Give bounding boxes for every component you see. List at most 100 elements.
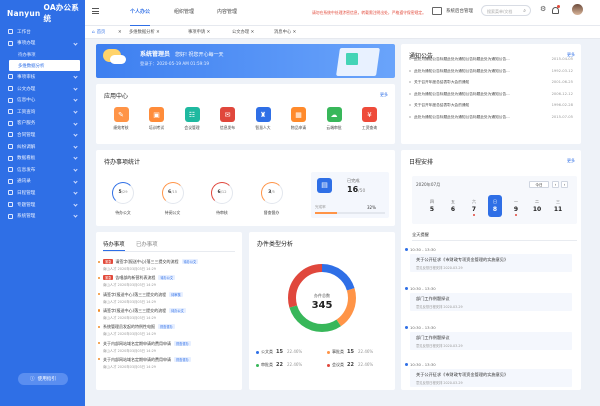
next-icon[interactable]: ›: [561, 181, 568, 188]
sidebar-item[interactable]: 客户服务: [0, 118, 85, 130]
sidebar-item[interactable]: 工作台: [0, 26, 85, 38]
calendar-day[interactable]: 11: [552, 206, 564, 213]
bullet-icon: [409, 58, 411, 60]
notice-item[interactable]: 关于召开年度总结表彰大会的通知: [409, 103, 569, 108]
sidebar-item[interactable]: 数据看板: [0, 152, 85, 164]
notice-item[interactable]: 此处为通知公告标题此处为通知公告标题此处为通知公告...: [409, 92, 569, 97]
event-card[interactable]: 部门工作例题探议 意见反馈日程安排 2020-03-29: [410, 293, 572, 311]
calendar-day[interactable]: 7: [468, 206, 480, 213]
nav-org-management[interactable]: 组织管理: [174, 0, 194, 26]
stat-ring: 6/15: [161, 182, 184, 204]
chart-center-label: 办件总数: [314, 293, 330, 298]
nav-content-management[interactable]: 内容管理: [217, 0, 237, 26]
close-icon[interactable]: ✕: [207, 30, 211, 35]
bell-icon[interactable]: [552, 7, 559, 14]
menu-toggle-icon[interactable]: [92, 8, 99, 15]
event-card[interactable]: 关于公开征求《市财政专项资金管理的实施意见》 意见反馈日程安排 2020-03-2…: [410, 369, 572, 387]
weekday-label: 五: [451, 199, 455, 204]
todo-status: 待审核: [169, 291, 183, 297]
app-4[interactable]: ✉ 信息发布: [212, 107, 244, 131]
app-logo: Nanyun OA办公系统: [0, 0, 85, 26]
gear-icon[interactable]: ⚙: [540, 5, 546, 13]
guide-button[interactable]: ⓘ 使用指引: [18, 373, 68, 385]
legend-item[interactable]: 会议类 22 22.46%: [327, 362, 373, 368]
todo-item[interactable]: 请签字(报送中心)落三三提交的流程 待审核 南山人才 2020年03月03日 14:…: [98, 291, 238, 304]
home-icon: ⌂: [92, 30, 95, 35]
monitor-icon: [432, 7, 442, 15]
calendar-day[interactable]: 9: [510, 206, 522, 213]
app-3[interactable]: ☷ 会议管理: [176, 107, 208, 131]
legend-item[interactable]: 审批类 22 22.46%: [256, 362, 302, 368]
sidebar-item[interactable]: 专题管理: [0, 199, 85, 211]
calendar-day[interactable]: 10: [531, 206, 543, 213]
close-icon[interactable]: ✕: [251, 30, 255, 35]
tab-home[interactable]: ⌂ 首页: [92, 28, 105, 37]
nav-personal-office[interactable]: 个人办公: [130, 0, 151, 26]
sidebar-subitem[interactable]: 多维数据分析: [9, 60, 80, 72]
tab-close-icon[interactable]: ✕: [118, 28, 122, 37]
search-input[interactable]: 搜索菜单/文档: [487, 9, 512, 15]
todo-item[interactable]: 紧急 告唱部的新营利表流程 待办公文 南山人才 2020年03月03日 14:29: [98, 275, 238, 287]
tab-done[interactable]: 已办事项: [136, 240, 158, 248]
tab-messages[interactable]: 消息中心 ✕: [274, 28, 296, 37]
sidebar-subitem[interactable]: 待办事项: [0, 49, 85, 60]
close-icon[interactable]: ✕: [293, 30, 297, 35]
app-1[interactable]: ✎ 绩效考核: [105, 107, 137, 131]
app-6[interactable]: ▦ 物品申请: [283, 107, 315, 131]
legend-swatch: [256, 350, 259, 354]
app-2[interactable]: ▣ 培训考试: [141, 107, 173, 131]
sidebar-item[interactable]: 事项审核: [0, 71, 85, 83]
sidebar-item[interactable]: 信息中心: [0, 94, 85, 106]
legend-item[interactable]: 事批类 15 22.46%: [327, 349, 373, 355]
avatar[interactable]: [572, 4, 583, 15]
notice-item[interactable]: 此处为通知公告标题此处为通知公告标题此处为通知公告...: [409, 69, 569, 74]
event-dot: [473, 214, 475, 216]
search-icon[interactable]: ⌕: [523, 8, 526, 14]
tab-label: 多维数据分析: [129, 30, 155, 35]
illustration: [336, 48, 380, 76]
sidebar-item[interactable]: 通讯录: [0, 176, 85, 188]
notice-item[interactable]: 关于召开年度总结表彰大会的通知: [409, 80, 569, 85]
sidebar-item[interactable]: 系统管理: [0, 210, 85, 222]
app-title: OA办公系统: [43, 3, 79, 23]
tab-item-application[interactable]: 事项申请 ✕: [188, 28, 210, 37]
tab-data-analysis[interactable]: 多维数据分析 ✕: [129, 28, 160, 37]
schedule-more-link[interactable]: 更多: [567, 158, 575, 164]
completed-box: ▤ 已完成 16/50 完成率 32%: [311, 172, 389, 218]
backend-link[interactable]: 系统后台管理: [446, 8, 473, 14]
app-8[interactable]: ¥ 工资查询: [354, 107, 386, 131]
event-card[interactable]: 部门工作例题探议 意见反馈日程安排 2020-03-29: [410, 332, 572, 350]
todo-item[interactable]: 系统管理员发起的特例性电报 督查督办 南山人才 2020年03月03日 14:29: [98, 324, 238, 336]
search-box[interactable]: 搜索菜单/文档 ⌕: [481, 5, 531, 16]
today-button[interactable]: 今日: [529, 181, 549, 188]
event-card[interactable]: 关于公开征求《市财政专项资金管理的实施意见》 意见反馈日程安排 2020-03-2…: [410, 254, 572, 272]
sidebar-item[interactable]: 事项办理: [0, 38, 85, 50]
event-sub: 意见反馈日程安排 2020-03-29: [416, 265, 463, 270]
todo-item[interactable]: 紧急 请签字(报送中心)落三三提交的流程 待办公文 南山人才 2020年03月03日 …: [98, 259, 238, 271]
info-icon: ⓘ: [30, 377, 35, 382]
app-more-link[interactable]: 更多: [380, 92, 388, 98]
todo-item[interactable]: 请签字(报送中心)落三三提交的流程 待办公文 南山人才 2020年03月03日 14…: [98, 307, 238, 320]
todo-item[interactable]: 关于内部网站域名定期申请的费用申请 督查督办 南山人才 2020年03月03日 14…: [98, 340, 238, 353]
tab-todo[interactable]: 待办事项: [103, 240, 125, 251]
sidebar-item[interactable]: 纠纷调解: [0, 141, 85, 153]
bullet-icon: [409, 104, 411, 106]
close-icon[interactable]: ✕: [156, 30, 160, 35]
legend-item[interactable]: 公文类 15 22.46%: [256, 349, 302, 355]
app-5[interactable]: ♜ 智慧人大: [247, 107, 279, 131]
app-7[interactable]: ☁ 云端审批: [318, 107, 350, 131]
notice-item[interactable]: 此处为通知公告标题此处为通知公告标题此处为通知公告...: [409, 115, 569, 120]
chart-total: 345: [311, 300, 333, 311]
calendar-day[interactable]: 6: [447, 206, 459, 213]
todo-item[interactable]: 关于内部网站域名定期申请的费用申请 督查督办 南山人才 2020年03月03日 14…: [98, 356, 238, 369]
sidebar-item[interactable]: 信息发布: [0, 164, 85, 176]
tab-document[interactable]: 公文办理 ✕: [232, 28, 254, 37]
calendar-day[interactable]: 5: [426, 206, 438, 213]
sidebar-item[interactable]: 工资查询: [0, 106, 85, 118]
prev-icon[interactable]: ‹: [552, 181, 559, 188]
sidebar-item[interactable]: 公文办理: [0, 83, 85, 95]
sidebar-item[interactable]: 合同管理: [0, 129, 85, 141]
notice-item[interactable]: 此处为通知公告标题此处为通知公告标题此处为通知公告...: [409, 57, 569, 62]
sidebar-item[interactable]: 日程管理: [0, 187, 85, 199]
calendar-day[interactable]: 8: [489, 206, 501, 213]
